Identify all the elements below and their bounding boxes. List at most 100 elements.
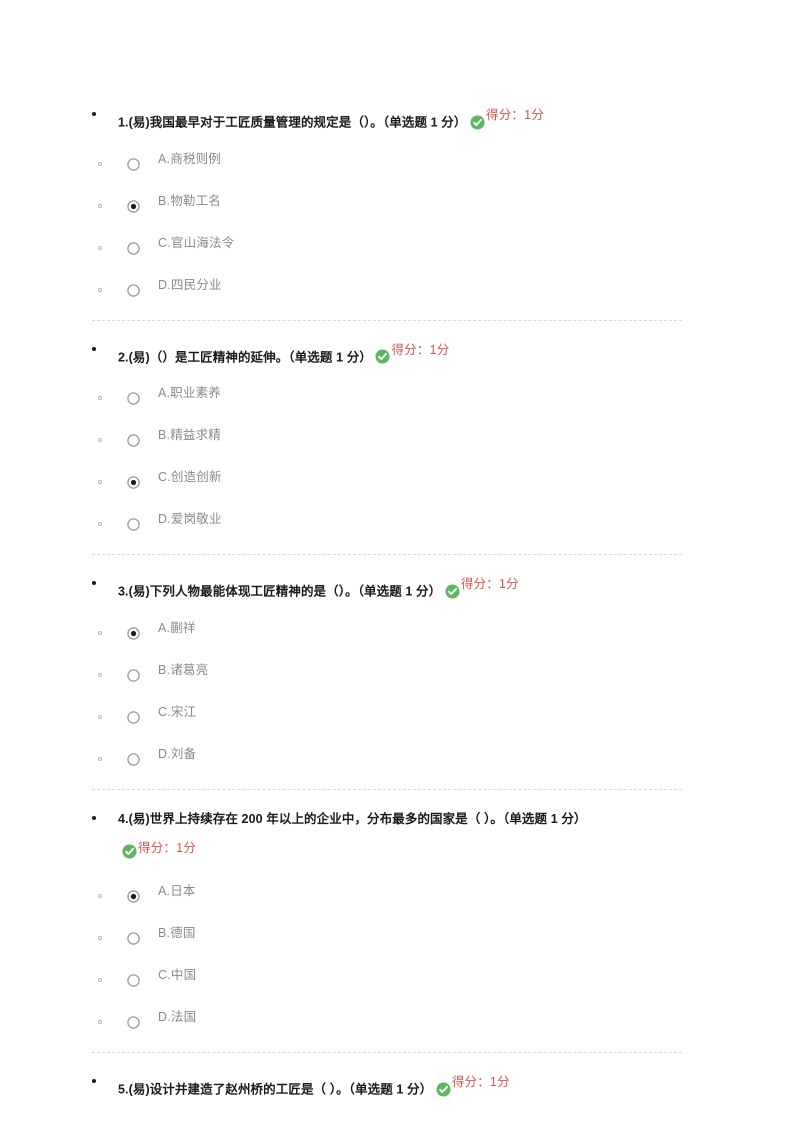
option-label: C.宋江 [158,704,197,719]
option-row[interactable]: B.精益求精 [98,414,780,456]
option-row[interactable]: D.四民分业 [98,264,780,306]
radio-unchecked-icon[interactable] [127,380,140,405]
radio-checked-icon[interactable] [127,615,140,640]
option-label: B.德国 [158,926,196,940]
question-separator [92,554,682,555]
score-badge: 得分：1分 [445,569,519,599]
option-label: D.爱岗敬业 [158,512,222,526]
question-text: 3.(易)下列人物最能体现工匠精神的是（）。（单选题 1 分） [118,584,442,599]
option-label: A.蒯祥 [158,620,196,635]
question-title: 3.(易)下列人物最能体现工匠精神的是（）。（单选题 1 分） 得分：1分 [92,569,780,607]
option-label: D.刘备 [158,746,197,761]
score-line: 得分：1分 [118,836,780,865]
radio-unchecked-icon[interactable] [127,272,140,297]
option-row[interactable]: C.中国 [98,954,780,996]
option-bullet-icon [98,630,102,635]
question-title: 5.(易)设计并建造了赵州桥的工匠是（ ）。（单选题 1 分） 得分：1分 [92,1067,780,1105]
option-bullet-icon [98,1020,102,1024]
option-row[interactable]: C.宋江 [98,691,780,733]
score-label: 得分：1分 [486,108,544,122]
option-label: B.物勒工名 [158,193,222,208]
score-label: 得分：1分 [391,342,450,357]
option-bullet-icon [98,287,102,292]
option-label: C.创造创新 [158,470,222,484]
check-circle-icon [470,111,485,130]
question-block: 3.(易)下列人物最能体现工匠精神的是（）。（单选题 1 分） 得分：1分 A.蒯… [0,569,800,775]
score-label: 得分：1分 [460,577,519,591]
option-label: A.商税则例 [158,151,222,166]
option-bullet-icon [98,203,102,208]
question-bullet-icon [92,112,96,116]
question-title: 4.(易)世界上持续存在 200 年以上的企业中，分布最多的国家是（ ）。（单选… [92,804,780,834]
radio-unchecked-icon[interactable] [127,920,140,945]
radio-unchecked-icon[interactable] [127,699,140,724]
option-row[interactable]: B.物勒工名 [98,180,780,222]
check-circle-icon [445,580,460,599]
question-block: 4.(易)世界上持续存在 200 年以上的企业中，分布最多的国家是（ ）。（单选… [0,804,800,1039]
question-list: 1.(易)我国最早对于工匠质量管理的规定是（）。（单选题 1 分） 得分：1分 A… [0,0,800,1105]
question-title: 1.(易)我国最早对于工匠质量管理的规定是（）。（单选题 1 分） 得分：1分 [92,100,780,138]
option-list: A.职业素养 B.精益求精 C.创造创新 D.爱岗敬业 [98,372,780,540]
option-bullet-icon [98,714,102,719]
option-row[interactable]: A.商税则例 [98,138,780,180]
question-title: 2.(易)（）是工匠精神的延伸。（单选题 1 分） 得分：1分 [92,335,780,373]
option-label: A.职业素养 [158,386,222,400]
option-label: C.官山海法令 [158,235,235,250]
option-row[interactable]: D.刘备 [98,733,780,775]
score-badge: 得分：1分 [375,335,449,365]
option-row[interactable]: C.创造创新 [98,456,780,498]
question-separator [92,1052,682,1053]
question-block: 2.(易)（）是工匠精神的延伸。（单选题 1 分） 得分：1分 A.职业素养 B.精… [0,335,800,541]
option-label: C.中国 [158,968,197,982]
question-block: 1.(易)我国最早对于工匠质量管理的规定是（）。（单选题 1 分） 得分：1分 A… [0,100,800,306]
option-label: D.四民分业 [158,277,222,292]
option-bullet-icon [98,672,102,677]
question-bullet-icon [92,815,96,820]
radio-checked-icon[interactable] [127,464,140,489]
option-bullet-icon [98,161,102,166]
option-label: A.日本 [158,884,196,898]
option-bullet-icon [98,978,102,982]
option-row[interactable]: A.职业素养 [98,372,780,414]
option-row[interactable]: B.诸葛亮 [98,649,780,691]
option-row[interactable]: C.官山海法令 [98,222,780,264]
radio-unchecked-icon[interactable] [127,657,140,682]
option-row[interactable]: A.日本 [98,870,780,912]
check-circle-icon [375,345,391,364]
radio-unchecked-icon[interactable] [127,230,140,255]
option-bullet-icon [98,894,102,898]
score-badge: 得分：1分 [436,1067,510,1097]
question-text: 5.(易)设计并建造了赵州桥的工匠是（ ）。（单选题 1 分） [118,1082,433,1097]
option-row[interactable]: D.法国 [98,996,780,1038]
radio-unchecked-icon[interactable] [127,1004,140,1029]
question-bullet-icon [92,346,96,351]
question-block: 5.(易)设计并建造了赵州桥的工匠是（ ）。（单选题 1 分） 得分：1分 [0,1067,800,1105]
option-row[interactable]: D.爱岗敬业 [98,498,780,540]
score-badge: 得分：1分 [122,836,196,860]
radio-unchecked-icon[interactable] [127,962,140,987]
quiz-review-page: 1.(易)我国最早对于工匠质量管理的规定是（）。（单选题 1 分） 得分：1分 A… [0,0,800,1132]
option-row[interactable]: B.德国 [98,912,780,954]
radio-checked-icon[interactable] [127,188,140,213]
option-bullet-icon [98,480,102,484]
radio-unchecked-icon[interactable] [127,422,140,447]
score-label: 得分：1分 [451,1075,510,1089]
radio-checked-icon[interactable] [127,878,140,903]
option-row[interactable]: A.蒯祥 [98,607,780,649]
option-list: A.蒯祥 B.诸葛亮 C.宋江 D.刘备 [98,607,780,775]
radio-unchecked-icon[interactable] [127,506,140,531]
question-bullet-icon [92,1079,96,1083]
question-bullet-icon [92,581,96,585]
option-bullet-icon [98,522,102,526]
option-list: A.日本 B.德国 C.中国 D.法国 [98,870,780,1038]
option-bullet-icon [98,396,102,400]
option-bullet-icon [98,438,102,442]
question-text: 4.(易)世界上持续存在 200 年以上的企业中，分布最多的国家是（ ）。（单选… [118,811,587,826]
option-list: A.商税则例 B.物勒工名 C.官山海法令 D.四民分业 [98,138,780,306]
option-bullet-icon [98,936,102,940]
radio-unchecked-icon[interactable] [127,741,140,766]
option-label: B.诸葛亮 [158,662,209,677]
question-separator [92,788,682,790]
option-label: B.精益求精 [158,428,222,442]
radio-unchecked-icon[interactable] [127,146,140,171]
